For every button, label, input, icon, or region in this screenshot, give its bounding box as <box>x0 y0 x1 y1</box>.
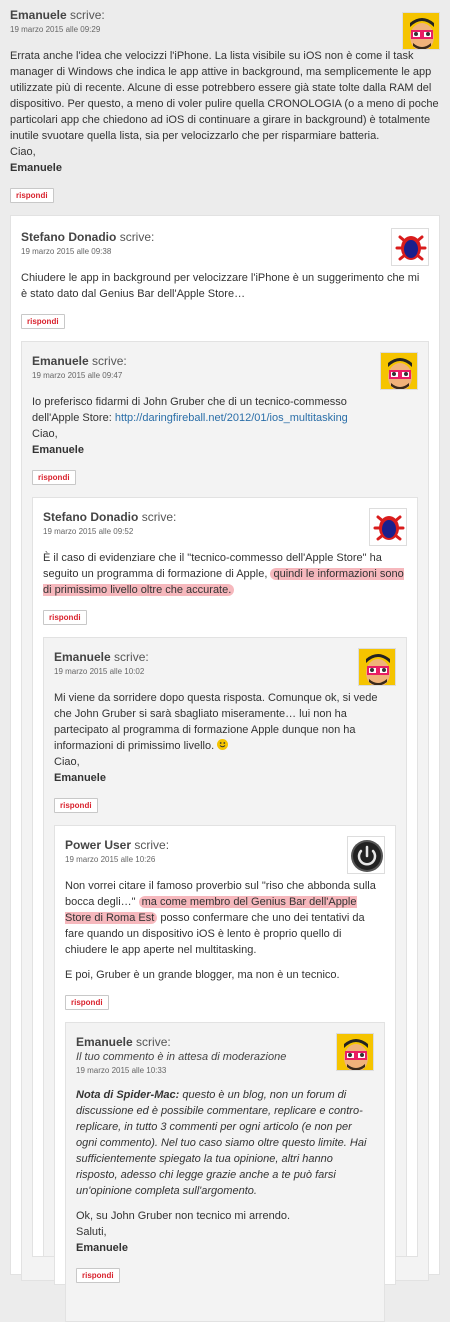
says-label: scrive: <box>134 838 170 852</box>
reply-button[interactable]: rispondi <box>32 470 76 485</box>
comment-date[interactable]: 19 marzo 2015 alle 09:47 <box>32 371 368 380</box>
comment-closing: Ciao, <box>32 428 58 440</box>
comment-author[interactable]: Emanuele <box>32 354 89 368</box>
comment-emanuele-1002: Emanuele scrive: 19 marzo 2015 alle 10:0… <box>43 637 407 1322</box>
comment-closing: Ciao, <box>54 756 80 768</box>
comment-author[interactable]: Stefano Donadio <box>21 230 116 244</box>
comment-stefano-0952: Stefano Donadio scrive: 19 marzo 2015 al… <box>32 497 418 1322</box>
comment-emanuele-0929: Emanuele scrive: 19 marzo 2015 alle 09:2… <box>0 0 450 1322</box>
comment-closing: Saluti, <box>76 1226 107 1238</box>
says-label: scrive: <box>70 8 105 22</box>
reply-button[interactable]: rispondi <box>21 314 65 329</box>
comment-closing: Ciao, <box>10 146 36 158</box>
comment-signature: Emanuele <box>10 162 62 174</box>
avatar-stefano-icon[interactable] <box>391 228 429 266</box>
comment-text: Mi viene da sorridere dopo questa rispos… <box>54 692 378 752</box>
comment-text: Chiudere le app in background per veloci… <box>21 272 420 300</box>
comment-date[interactable]: 19 marzo 2015 alle 10:26 <box>65 855 335 864</box>
reply-button[interactable]: rispondi <box>54 798 98 813</box>
says-label: scrive: <box>141 510 177 524</box>
reply-button[interactable]: rispondi <box>76 1268 120 1283</box>
nota-label: Nota di Spider-Mac: <box>76 1089 180 1101</box>
comment-emanuele-0947: Emanuele scrive: 19 marzo 2015 alle 09:4… <box>21 341 429 1322</box>
avatar-emanuele-icon[interactable] <box>380 352 418 390</box>
reply-button[interactable]: rispondi <box>10 188 54 203</box>
comment-power-user-1026: Power User scrive: 19 marzo 2015 alle 10… <box>54 825 396 1322</box>
comment-signature: Emanuele <box>32 444 84 456</box>
comment-text-2: E poi, Gruber è un grande blogger, ma no… <box>65 969 340 981</box>
comment-date[interactable]: 19 marzo 2015 alle 10:33 <box>76 1066 324 1075</box>
comment-text: Errata anche l'idea che velocizzi l'iPho… <box>10 50 439 142</box>
avatar-stefano-icon[interactable] <box>369 508 407 546</box>
comment-author[interactable]: Power User <box>65 838 131 852</box>
comment-date[interactable]: 19 marzo 2015 alle 10:02 <box>54 667 346 676</box>
comment-author[interactable]: Emanuele <box>54 650 111 664</box>
avatar-power-button-icon[interactable] <box>347 836 385 874</box>
comment-date[interactable]: 19 marzo 2015 alle 09:38 <box>21 247 379 256</box>
comment-author[interactable]: Stefano Donadio <box>43 510 138 524</box>
comment-date[interactable]: 19 marzo 2015 alle 09:29 <box>10 25 390 34</box>
comment-author[interactable]: Emanuele <box>10 8 67 22</box>
smiley-icon <box>217 739 229 750</box>
avatar-emanuele-icon[interactable] <box>358 648 396 686</box>
reply-button[interactable]: rispondi <box>43 610 87 625</box>
nota-text: questo è un blog, non un forum di discus… <box>76 1089 367 1197</box>
avatar-emanuele-icon[interactable] <box>402 12 440 50</box>
says-label: scrive: <box>92 354 127 368</box>
moderation-notice: Il tuo commento è in attesa di moderazio… <box>76 1051 287 1063</box>
says-label: scrive: <box>114 650 149 664</box>
comment-author[interactable]: Emanuele <box>76 1035 133 1049</box>
comment-date[interactable]: 19 marzo 2015 alle 09:52 <box>43 527 357 536</box>
comment-link[interactable]: http://daringfireball.net/2012/01/ios_mu… <box>115 412 348 424</box>
comment-emanuele-1033: Emanuele scrive: Il tuo commento è in at… <box>65 1022 385 1322</box>
comment-signature: Emanuele <box>54 772 106 784</box>
comment-signature: Emanuele <box>76 1242 128 1254</box>
comment-text: Ok, su John Gruber non tecnico mi arrend… <box>76 1210 290 1222</box>
comment-stefano-0938: Stefano Donadio scrive: 19 marzo 2015 al… <box>10 215 440 1322</box>
says-label: scrive: <box>136 1035 171 1049</box>
reply-button[interactable]: rispondi <box>65 995 109 1010</box>
says-label: scrive: <box>119 230 155 244</box>
avatar-emanuele-icon[interactable] <box>336 1033 374 1071</box>
